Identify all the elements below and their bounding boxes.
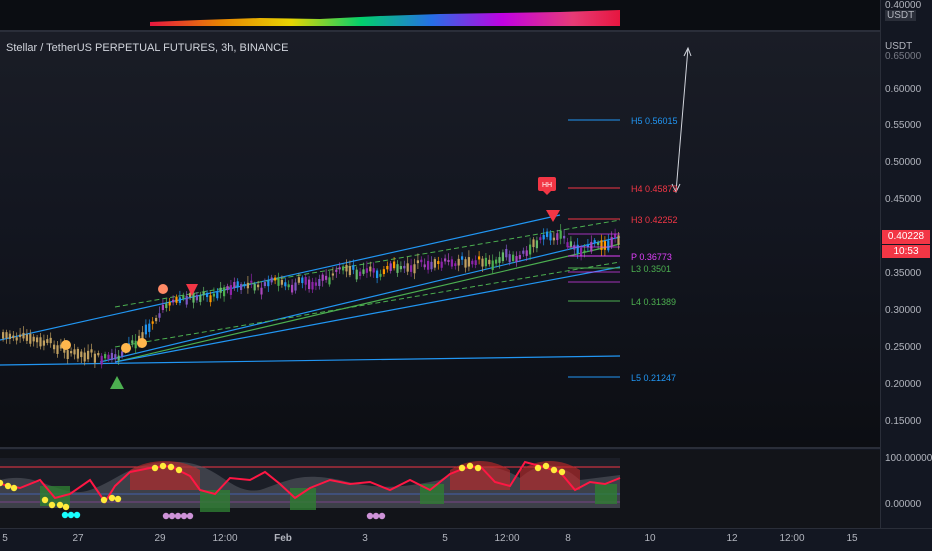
bar-countdown: 10:53 <box>882 245 930 258</box>
rainbow-indicator <box>150 10 620 26</box>
time-tick: 12 <box>726 533 738 544</box>
pattern-marker <box>158 284 168 294</box>
pivot-label: P 0.36773 <box>631 252 672 262</box>
pivot-label: L4 0.31389 <box>631 297 676 307</box>
oscillator-dot <box>466 462 474 470</box>
oscillator-dot <box>366 512 374 520</box>
oscillator-dot <box>56 501 64 509</box>
price-tick: 0.30000 <box>885 305 922 316</box>
price-tick: 0.20000 <box>885 379 922 390</box>
oscillator-pane[interactable] <box>0 450 880 528</box>
time-tick: 12:00 <box>779 533 805 544</box>
oscillator-dot <box>174 512 182 520</box>
price-tick: 0.35000 <box>885 268 922 279</box>
time-tick: 10 <box>644 533 656 544</box>
oscillator-dot <box>474 464 482 472</box>
time-tick: 8 <box>565 533 571 544</box>
candles-group <box>2 224 620 369</box>
oscillator-dot <box>534 464 542 472</box>
oscillator-dot <box>372 512 380 520</box>
pivot-label: L3 0.3501 <box>631 264 671 274</box>
osc-axis-bottom: 0.00000 <box>885 499 922 510</box>
oscillator-dot <box>168 512 176 520</box>
main-chart-pane[interactable]: H5 0.56015 H4 0.45873 H3 0.42252 P 0.36773 L… <box>0 32 880 447</box>
time-tick: 29 <box>154 533 166 544</box>
pattern-marker <box>137 338 147 348</box>
price-axis[interactable]: 0.40000 USDT USDT 0.65000 0.60000 0.55000… <box>880 0 932 528</box>
oscillator-dot <box>100 496 108 504</box>
axis-top-label: 0.65000 <box>885 51 922 62</box>
oscillator-dot <box>41 496 49 504</box>
oscillator-dot <box>378 512 386 520</box>
top-pane-currency-label: USDT <box>885 10 917 21</box>
oscillator-dot <box>151 464 159 472</box>
oscillator-dot <box>458 464 466 472</box>
channel-upper-right-line <box>99 236 621 363</box>
oscillator-dot <box>108 494 116 502</box>
time-tick: 27 <box>72 533 84 544</box>
price-tick: 0.45000 <box>885 194 922 205</box>
osc-axis-top: 100.00000 <box>885 453 932 464</box>
pivot-label: L5 0.21247 <box>631 373 676 383</box>
oscillator-dot <box>175 466 183 474</box>
time-tick: 5 <box>442 533 448 544</box>
time-tick: Feb <box>274 533 292 544</box>
pattern-marker <box>61 340 71 350</box>
oscillator-dot <box>48 501 56 509</box>
oscillator-dot <box>4 482 12 490</box>
oscillator-dot <box>542 462 550 470</box>
support-trendline <box>0 355 621 366</box>
hh-marker-label: HH <box>542 182 552 189</box>
pivot-label: H3 0.42252 <box>631 215 678 225</box>
oscillator-dot <box>550 466 558 474</box>
time-tick: 12:00 <box>494 533 520 544</box>
oscillator-dot <box>114 495 122 503</box>
oscillator-chart[interactable] <box>0 450 880 528</box>
price-tick: 0.55000 <box>885 120 922 131</box>
oscillator-dot <box>73 511 81 519</box>
projection-arrow <box>675 47 689 193</box>
top-indicator-pane[interactable] <box>0 0 932 30</box>
pattern-marker <box>121 343 131 353</box>
pivot-label: H5 0.56015 <box>631 116 678 126</box>
oscillator-dot <box>62 503 70 511</box>
channel-dashed-lower <box>114 261 621 348</box>
oscillator-dot <box>167 463 175 471</box>
time-tick: 12:00 <box>212 533 238 544</box>
time-tick: 15 <box>846 533 858 544</box>
chart-title: Stellar / TetherUS PERPETUAL FUTURES, 3h… <box>6 42 289 54</box>
price-chart[interactable]: H5 0.56015 H4 0.45873 H3 0.42252 P 0.36773 L… <box>0 32 880 447</box>
time-axis[interactable]: 5 27 29 12:00 Feb 3 5 12:00 8 10 12 12:00 15 <box>0 528 932 551</box>
oscillator-dot <box>159 462 167 470</box>
time-tick: 5 <box>2 533 8 544</box>
oscillator-dot <box>558 468 566 476</box>
pivot-label: H4 0.45873 <box>631 184 678 194</box>
current-price-label: 0.40228 <box>882 230 930 244</box>
price-tick: 0.60000 <box>885 84 922 95</box>
oscillator-dot <box>162 512 170 520</box>
oscillator-dot <box>186 512 194 520</box>
price-tick: 0.25000 <box>885 342 922 353</box>
channel-midline <box>114 243 621 363</box>
price-tick: 0.50000 <box>885 157 922 168</box>
price-tick: 0.15000 <box>885 416 922 427</box>
oscillator-dot <box>67 511 75 519</box>
time-tick: 3 <box>362 533 368 544</box>
oscillator-dot <box>180 512 188 520</box>
buy-signal-arrow <box>110 376 124 389</box>
channel-lower-line <box>114 266 621 363</box>
oscillator-dot <box>10 484 18 492</box>
oscillator-dot <box>61 511 69 519</box>
